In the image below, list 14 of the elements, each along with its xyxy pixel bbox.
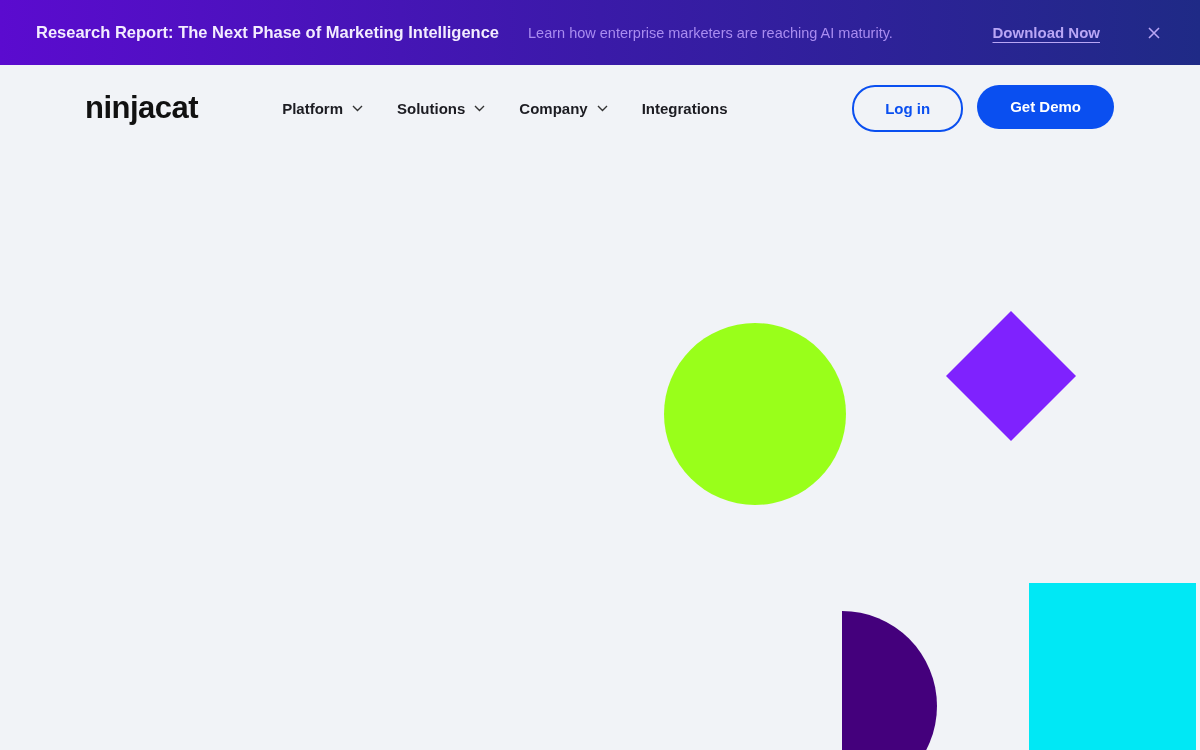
logo[interactable]: ninjacat (85, 90, 199, 126)
chevron-down-icon (474, 104, 486, 112)
demo-button[interactable]: Get Demo (977, 84, 1114, 129)
banner-text: Learn how enterprise marketers are reaching AI maturity. (528, 24, 893, 41)
login-button[interactable]: Log in (852, 84, 964, 132)
nav-item[interactable]: Integrations (641, 99, 728, 117)
chevron-down-icon (596, 104, 608, 112)
close-icon (1148, 26, 1160, 39)
banner-title: Research Report: The Next Phase of Marketing Intelligence (36, 23, 500, 42)
nav-item[interactable]: Company (519, 99, 608, 117)
nav-item[interactable]: Solutions (397, 99, 486, 117)
nav-item[interactable]: Platform (282, 99, 363, 117)
chevron-down-icon (352, 104, 363, 112)
download-link[interactable]: Download Now (992, 24, 1100, 41)
